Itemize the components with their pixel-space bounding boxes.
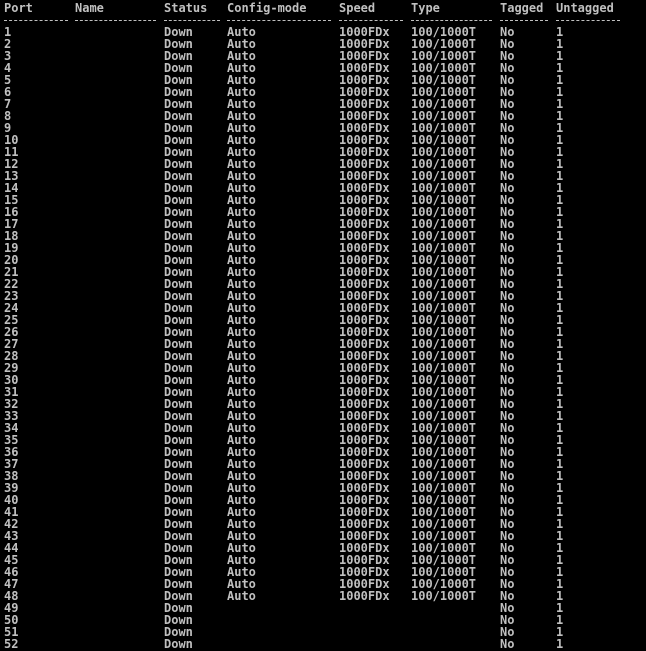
table-row: 16 Down Auto 1000FDx 100/1000T No 1 [4,206,644,218]
column-header-type: Type [411,1,440,15]
table-row: 17 Down Auto 1000FDx 100/1000T No 1 [4,218,644,230]
table-row: 2 Down Auto 1000FDx 100/1000T No 1 [4,38,644,50]
table-row: 10 Down Auto 1000FDx 100/1000T No 1 [4,134,644,146]
table-row: 7 Down Auto 1000FDx 100/1000T No 1 [4,98,644,110]
table-row: 43 Down Auto 1000FDx 100/1000T No 1 [4,530,644,542]
speed-cell: 1000FDx [339,589,390,603]
untagged-cell: 1 [556,637,564,651]
column-header-config-mode: Config-mode [227,1,307,15]
column-header-speed: Speed [339,1,376,15]
column-header-port: Port [4,1,33,15]
table-row: 23 Down Auto 1000FDx 100/1000T No 1 [4,290,644,302]
table-row: 26 Down Auto 1000FDx 100/1000T No 1 [4,326,644,338]
table-row: 28 Down Auto 1000FDx 100/1000T No 1 [4,350,644,362]
separator-port [4,14,68,26]
table-row: 15 Down Auto 1000FDx 100/1000T No 1 [4,194,644,206]
table-row: 49 Down No 1 [4,602,644,614]
table-header-row: Port Name Status Config-mode Speed Type … [4,2,644,14]
terminal-window: Port Name Status Config-mode Speed Type … [4,2,644,650]
table-row: 52 Down No 1 [4,638,644,650]
table-row: 27 Down Auto 1000FDx 100/1000T No 1 [4,338,644,350]
table-row: 25 Down Auto 1000FDx 100/1000T No 1 [4,314,644,326]
table-row: 22 Down Auto 1000FDx 100/1000T No 1 [4,278,644,290]
table-row: 46 Down Auto 1000FDx 100/1000T No 1 [4,566,644,578]
table-row: 47 Down Auto 1000FDx 100/1000T No 1 [4,578,644,590]
table-row: 8 Down Auto 1000FDx 100/1000T No 1 [4,110,644,122]
column-header-status: Status [164,1,208,15]
header-separator-row [4,14,644,26]
config-mode-cell: Auto [227,589,256,603]
table-row: 20 Down Auto 1000FDx 100/1000T No 1 [4,254,644,266]
table-row: 32 Down Auto 1000FDx 100/1000T No 1 [4,398,644,410]
column-header-untagged: Untagged [556,1,614,15]
table-row: 38 Down Auto 1000FDx 100/1000T No 1 [4,470,644,482]
table-row: 50 Down No 1 [4,614,644,626]
status-cell: Down [164,637,193,651]
table-row: 40 Down Auto 1000FDx 100/1000T No 1 [4,494,644,506]
table-row: 42 Down Auto 1000FDx 100/1000T No 1 [4,518,644,530]
column-header-tagged: Tagged [500,1,544,15]
table-row: 4 Down Auto 1000FDx 100/1000T No 1 [4,62,644,74]
table-row: 36 Down Auto 1000FDx 100/1000T No 1 [4,446,644,458]
table-row: 48 Down Auto 1000FDx 100/1000T No 1 [4,590,644,602]
type-cell: 100/1000T [411,589,477,603]
table-row: 1 Down Auto 1000FDx 100/1000T No 1 [4,26,644,38]
table-row: 33 Down Auto 1000FDx 100/1000T No 1 [4,410,644,422]
table-row: 29 Down Auto 1000FDx 100/1000T No 1 [4,362,644,374]
table-row: 19 Down Auto 1000FDx 100/1000T No 1 [4,242,644,254]
table-row: 18 Down Auto 1000FDx 100/1000T No 1 [4,230,644,242]
table-row: 39 Down Auto 1000FDx 100/1000T No 1 [4,482,644,494]
table-row: 51 Down No 1 [4,626,644,638]
table-row: 45 Down Auto 1000FDx 100/1000T No 1 [4,554,644,566]
table-row: 5 Down Auto 1000FDx 100/1000T No 1 [4,74,644,86]
separator-name [75,14,156,26]
table-row: 24 Down Auto 1000FDx 100/1000T No 1 [4,302,644,314]
tagged-cell: No [500,637,515,651]
table-row: 35 Down Auto 1000FDx 100/1000T No 1 [4,434,644,446]
separator-untagged [556,14,620,26]
table-row: 3 Down Auto 1000FDx 100/1000T No 1 [4,50,644,62]
table-row: 41 Down Auto 1000FDx 100/1000T No 1 [4,506,644,518]
table-row: 31 Down Auto 1000FDx 100/1000T No 1 [4,386,644,398]
port-table-body: 1 Down Auto 1000FDx 100/1000T No 1 2 Down Auto 100… [4,26,644,650]
table-row: 13 Down Auto 1000FDx 100/1000T No 1 [4,170,644,182]
table-row: 12 Down Auto 1000FDx 100/1000T No 1 [4,158,644,170]
table-row: 14 Down Auto 1000FDx 100/1000T No 1 [4,182,644,194]
column-header-name: Name [75,1,104,15]
table-row: 9 Down Auto 1000FDx 100/1000T No 1 [4,122,644,134]
table-row: 6 Down Auto 1000FDx 100/1000T No 1 [4,86,644,98]
table-row: 37 Down Auto 1000FDx 100/1000T No 1 [4,458,644,470]
port-cell: 52 [4,637,19,651]
table-row: 34 Down Auto 1000FDx 100/1000T No 1 [4,422,644,434]
table-row: 21 Down Auto 1000FDx 100/1000T No 1 [4,266,644,278]
table-row: 11 Down Auto 1000FDx 100/1000T No 1 [4,146,644,158]
table-row: 30 Down Auto 1000FDx 100/1000T No 1 [4,374,644,386]
table-row: 44 Down Auto 1000FDx 100/1000T No 1 [4,542,644,554]
